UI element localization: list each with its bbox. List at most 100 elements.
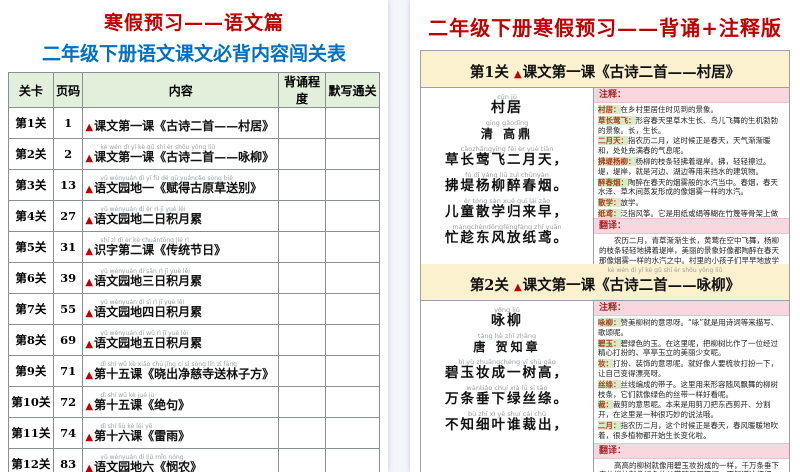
table-row: 第9关 71 dì shí wǔ kè xiǎo chū jìng cí sì …	[8, 355, 381, 387]
translation-label: 翻译：	[594, 218, 789, 234]
lesson-title: 第十六课《雷雨》	[94, 428, 191, 443]
note-item: 碧玉：碧绿色的玉。在这里呢，把柳树比作了一位经过精心打扮的、亭亭玉立的美丽少女呢…	[598, 338, 785, 359]
section-level-1: 第1关 ▲课文第一课《古诗二首——村居》 cūn jū 村居 qīng gāod…	[421, 51, 789, 264]
note-term: 二月天：	[598, 136, 628, 146]
left-page-subtitle: 二年级下册语文课文必背内容闯关表	[41, 43, 346, 65]
recite-degree-cell	[278, 448, 326, 472]
poem-line: wàntiáo chuí xià lǜ sī tāo 万条垂下绿丝绦。	[421, 384, 593, 407]
poem-line: ér tóng sàn xué guī lái zǎo 儿童散学归来早，	[421, 197, 593, 220]
dictation-pass-cell	[324, 417, 381, 449]
level-cell: 第12关	[8, 448, 54, 472]
recite-degree-cell	[278, 293, 326, 325]
content-cell: dì shí wǔ kè jué jù ▲第十五课《绝句》	[82, 386, 280, 418]
triangle-icon: ▲	[85, 462, 94, 472]
note-term: 碧玉：	[598, 338, 621, 348]
note-term: 醉春烟：	[598, 177, 628, 187]
poem-line-text: 儿童散学归来早，	[445, 204, 569, 220]
content-cell: kè wén dì yī kè gǔ shī èr shǒu yǒng liǔ …	[82, 138, 280, 170]
page-number-cell: 39	[52, 262, 84, 294]
page-number-cell: 31	[52, 231, 84, 263]
poem-title: 咏柳	[491, 313, 523, 329]
poem-line: mángchèndōngfēngfàng zhǐ yuān 忙趁东风放纸鸢。	[421, 223, 593, 246]
annotations-column: 注释： 村居：在乡村里居住时见到的景象。 草长莺飞：形容春天里草木生长、鸟儿飞舞…	[593, 88, 789, 264]
note-term: 丝绦：	[598, 379, 621, 389]
note-term: 二月：	[598, 420, 621, 430]
level-cell: 第9关	[8, 355, 54, 387]
dictation-pass-cell	[324, 386, 381, 418]
note-item: 二月天：指农历二月，这时候正是春天，天气渐渐暖和，处处充满春的气息呢。	[598, 136, 785, 156]
dictation-pass-cell	[324, 448, 381, 472]
table-row: 第8关 69 yǔ wényuán dì wǔ rì jī yuè lěi ▲语…	[8, 324, 381, 356]
page-number-cell: 2	[52, 138, 84, 170]
poem: cūn jū 村居 qīng gāodǐng 清 高鼎 cǎozhǎngyīng…	[421, 88, 593, 264]
note-term: 草长莺飞：	[598, 115, 636, 125]
lesson-title: 语文园地一《赋得古原草送别》	[94, 180, 263, 195]
triangle-icon: ▲	[85, 431, 94, 443]
content-cell: yǔ wényuán dì sì rì jī yuè lěi ▲语文园地四日积月…	[82, 293, 280, 325]
recite-degree-cell	[278, 417, 326, 449]
level-cell: 第5关	[8, 231, 54, 263]
section-header-pinyin	[421, 54, 789, 61]
level-cell: 第3关	[8, 169, 54, 201]
lesson-title: 课文第一课《古诗二首——咏柳》	[94, 149, 275, 164]
triangle-icon: ▲	[85, 245, 94, 257]
level-cell: 第11关	[8, 417, 54, 449]
dictation-pass-cell	[324, 169, 381, 201]
poem-line-text: 碧玉妆成一树高，	[445, 365, 569, 381]
recite-degree-cell	[278, 386, 326, 418]
table-row: 第10关 72 dì shí wǔ kè jué jù ▲第十五课《绝句》	[8, 386, 381, 418]
poem-line: cǎozhǎngyīng fēi èr yuè tiān 草长莺飞二月天，	[421, 145, 593, 168]
note-term: 村居：	[598, 105, 621, 114]
triangle-icon: ▲	[85, 152, 94, 164]
poem-line: bù zhī xì yè shuí cái chū 不知细叶谁裁出，	[421, 410, 593, 433]
table-row: 第4关 27 yǔ wényuán dì èr rì jī yuè lěi ▲语…	[8, 200, 381, 232]
poem-author: 清 高鼎	[480, 127, 534, 141]
triangle-icon: ▲	[85, 369, 94, 381]
recite-degree-cell	[278, 324, 326, 356]
note-term: 妆：	[598, 359, 613, 369]
note-term: 咏柳：	[598, 318, 621, 327]
poem-line-text: 拂堤杨柳醉春烟。	[445, 178, 569, 194]
recite-degree-cell	[278, 231, 326, 263]
header-level: 关卡	[8, 72, 54, 108]
note-term: 散学：	[598, 198, 621, 208]
poem-line-text: 草长莺飞二月天，	[445, 152, 569, 168]
triangle-icon: ▲	[85, 400, 94, 412]
page-number-cell: 71	[52, 355, 84, 387]
note-text: 在乡村里居住时见到的景象。	[620, 105, 719, 114]
dictation-pass-cell	[324, 355, 381, 387]
content-cell: yǔ wényuán dì èr rì jī yuè lěi ▲语文园地二日积月…	[82, 200, 280, 232]
triangle-icon: ▲	[85, 121, 94, 133]
content-cell: yǔ wényuán dì yī fù dé gǔ yuáncǎo sòng b…	[82, 169, 280, 201]
header-page: 页码	[52, 72, 84, 108]
recite-degree-cell	[278, 138, 326, 170]
page-number-cell: 13	[52, 169, 84, 201]
recite-degree-cell	[278, 169, 326, 201]
table-header-row: 关卡 页码 内容 背诵程度 默写通关	[8, 72, 381, 108]
recite-degree-cell	[278, 262, 326, 294]
page-number-cell: 83	[52, 448, 84, 472]
poem-author-pinyin: táng hè zhī zhāng	[477, 332, 537, 340]
page-number-cell: 27	[52, 200, 84, 232]
sections-container: 第1关 ▲课文第一课《古诗二首——村居》 cūn jū 村居 qīng gāod…	[420, 50, 790, 472]
table-row: 第3关 13 yǔ wényuán dì yī fù dé gǔ yuáncǎo…	[8, 169, 381, 201]
left-page-title: 寒假预习——语文篇	[103, 12, 284, 34]
level-cell: 第6关	[8, 262, 54, 294]
recite-degree-cell	[278, 200, 326, 232]
level-cell: 第1关	[8, 107, 54, 139]
triangle-icon: ▲	[85, 307, 94, 319]
note-item: 咏柳：赞美柳树的意思呀。“咏”就是用诗词等来描写、歌颂呢。	[598, 318, 785, 338]
checklist-table: 关卡 页码 内容 背诵程度 默写通关 第1关 1 ▲课文第一课《古诗二首——村居…	[8, 72, 381, 472]
lesson-title: 语文园地四日积月累	[94, 304, 203, 319]
content-cell: dì shí liù kè léi yǔ ▲第十六课《雷雨》	[82, 417, 280, 449]
note-term: 裁：	[598, 400, 613, 410]
level-cell: 第8关	[8, 324, 54, 356]
dictation-pass-cell	[324, 200, 381, 232]
triangle-icon: ▲	[85, 276, 94, 288]
note-text: 指农历二月，这个时候正是春天，春风暖暖地吹着，很多植物都开始生长变化啦。	[598, 420, 778, 440]
content-cell: yǔ wényuán dì liù mǐn nóng ▲语文园地六《悯农》	[82, 448, 280, 472]
page-number-cell: 55	[52, 293, 84, 325]
left-page: 寒假预习——语文篇 二年级下册语文课文必背内容闯关表 关卡 页码 内容 背诵程度…	[0, 0, 388, 472]
note-text: 泛指风筝。它是用纸或绢等糊在竹篾等骨架上做成的，凭借着风力在空中飞起来，可好玩呢…	[620, 208, 779, 218]
section-lesson-title: 课文第一课《古诗二首——咏柳》	[522, 277, 741, 294]
